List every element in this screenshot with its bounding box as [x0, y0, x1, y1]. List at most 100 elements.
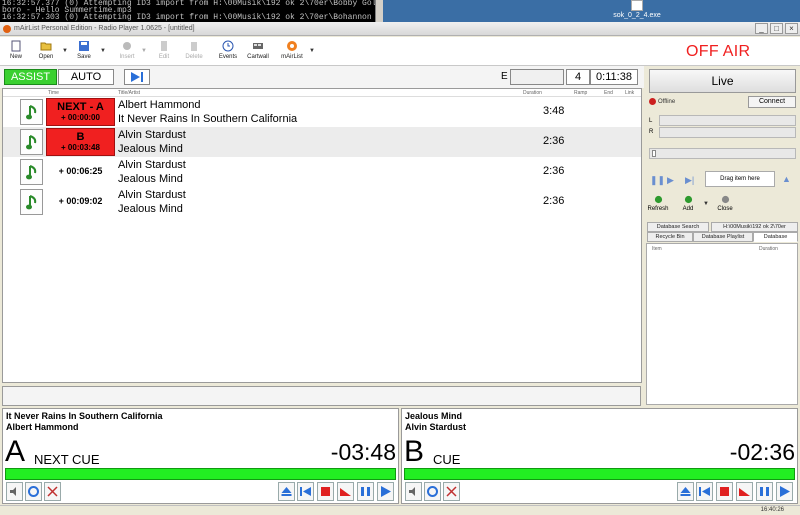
live-play-icon[interactable]: ▶ [667, 175, 674, 186]
offline-label: Offline [658, 99, 676, 106]
skip-next-icon [131, 72, 143, 82]
open-dropdown-arrow[interactable]: ▼ [62, 48, 68, 54]
live-button[interactable]: Live [649, 69, 796, 93]
row-artist: Alvin Stardust [118, 129, 186, 141]
edit-button[interactable]: Edit [150, 39, 178, 65]
e-field [510, 69, 564, 85]
fade-icon [340, 488, 351, 496]
play-item-button[interactable] [20, 99, 43, 125]
play-item-button[interactable] [20, 189, 43, 215]
playlist-row[interactable]: NEXT - A + 00:00:00 Albert Hammond It Ne… [3, 97, 641, 127]
col-link[interactable]: Link [625, 90, 634, 96]
playlist-row[interactable]: + 00:09:02 Alvin Stardust Jealous Mind 2… [3, 187, 641, 217]
col-title-artist[interactable]: Title/Artist [118, 90, 140, 96]
col-end[interactable]: End [604, 90, 613, 96]
pause-button[interactable] [756, 482, 773, 501]
rewind-button[interactable] [696, 482, 713, 501]
col-ramp[interactable]: Ramp [574, 90, 587, 96]
events-button[interactable]: Events [214, 39, 242, 65]
assist-mode-button[interactable]: ASSIST [4, 69, 57, 85]
new-label: New [9, 54, 22, 60]
console-scrollbar[interactable] [375, 0, 383, 22]
live-seek-slider[interactable] [649, 148, 796, 159]
new-button[interactable]: New [2, 39, 30, 65]
volume-button[interactable] [405, 482, 422, 501]
refresh-icon [654, 195, 662, 204]
play-item-button[interactable] [20, 159, 43, 185]
fade-button[interactable] [337, 482, 354, 501]
desktop-file-icon[interactable]: sok_0_2_4.exe [612, 0, 662, 22]
stop-button[interactable] [716, 482, 733, 501]
tab-database-playlist[interactable]: Database Playlist [693, 232, 753, 242]
fx-button[interactable] [44, 482, 61, 501]
database-list[interactable]: Item Duration [646, 243, 798, 405]
playlist-header: Time Title/Artist Duration Ramp End Link [3, 89, 641, 97]
tab-recycle-bin[interactable]: Recycle Bin [647, 232, 693, 242]
add-dropdown-arrow[interactable]: ▼ [703, 201, 709, 207]
live-next-icon[interactable]: ▶| [685, 175, 694, 186]
insert-dropdown-arrow[interactable]: ▼ [141, 48, 147, 54]
player-progress-bar[interactable] [5, 468, 396, 480]
play-button[interactable] [776, 482, 793, 501]
playlist-row[interactable]: + 00:06:25 Alvin Stardust Jealous Mind 2… [3, 157, 641, 187]
level-meter-right [659, 127, 796, 138]
cartwall-button[interactable]: Cartwall [244, 39, 272, 65]
close-window-button[interactable]: × [785, 23, 798, 34]
drag-drop-target[interactable]: Drag item here [705, 171, 775, 187]
col-item[interactable]: Item [652, 246, 662, 252]
pause-button[interactable] [357, 482, 374, 501]
save-label: Save [77, 54, 91, 60]
toolbar: New Open ▼ Save ▼ Insert ▼ Edit Delete E… [0, 37, 800, 66]
events-label: Events [218, 54, 238, 60]
scissors-icon [446, 486, 457, 497]
eject-button[interactable] [677, 482, 694, 501]
auto-mode-button[interactable]: AUTO [58, 69, 114, 85]
maximize-button[interactable]: □ [770, 23, 783, 34]
close-button[interactable]: Close [712, 195, 738, 212]
level-meter-left [659, 115, 796, 126]
loop-button[interactable] [25, 482, 42, 501]
tab-database[interactable]: Database [753, 232, 798, 242]
skip-next-button[interactable] [124, 69, 150, 85]
insert-button[interactable]: Insert [113, 39, 141, 65]
player-cue-label: NEXT CUE [34, 452, 100, 467]
col-time[interactable]: Time [48, 90, 59, 96]
on-air-status: OFF AIR [686, 43, 751, 60]
loop-button[interactable] [424, 482, 441, 501]
save-disk-icon [79, 41, 89, 51]
fx-button[interactable] [443, 482, 460, 501]
add-button[interactable]: Add [675, 195, 701, 212]
refresh-button[interactable]: Refresh [645, 195, 671, 212]
tab-database-search[interactable]: Database Search [647, 222, 709, 232]
clock: 16:40:26 [760, 507, 784, 513]
live-pause-icon[interactable]: ❚❚ [650, 175, 665, 186]
delete-button[interactable]: Delete [180, 39, 208, 65]
eject-icon[interactable]: ▲ [782, 174, 791, 184]
save-button[interactable]: Save [70, 39, 98, 65]
eject-button[interactable] [278, 482, 295, 501]
mairlist-menu-button[interactable]: mAirList [278, 39, 306, 65]
open-label: Open [38, 54, 54, 60]
play-button[interactable] [377, 482, 394, 501]
minimize-button[interactable]: _ [755, 23, 768, 34]
fade-button[interactable] [736, 482, 753, 501]
add-label: Add [682, 206, 694, 212]
col-db-duration[interactable]: Duration [759, 246, 778, 252]
open-button[interactable]: Open [32, 39, 60, 65]
rewind-button[interactable] [297, 482, 314, 501]
play-item-button[interactable] [20, 129, 43, 155]
connect-button[interactable]: Connect [748, 96, 796, 108]
row-title: Jealous Mind [118, 173, 183, 185]
volume-button[interactable] [6, 482, 23, 501]
seek-handle[interactable] [652, 150, 656, 157]
tab-folder[interactable]: H:\00Musik\192 ok 2\70er [711, 222, 798, 232]
player-remaining-time: -02:36 [729, 439, 795, 465]
player-progress-bar[interactable] [404, 468, 795, 480]
save-dropdown-arrow[interactable]: ▼ [100, 48, 106, 54]
stop-button[interactable] [317, 482, 334, 501]
playlist-row[interactable]: B + 00:03:48 Alvin Stardust Jealous Mind… [3, 127, 641, 157]
music-note-icon [25, 165, 36, 180]
mairlist-dropdown-arrow[interactable]: ▼ [309, 48, 315, 54]
row-artist: Alvin Stardust [118, 159, 186, 171]
col-duration[interactable]: Duration [523, 90, 542, 96]
